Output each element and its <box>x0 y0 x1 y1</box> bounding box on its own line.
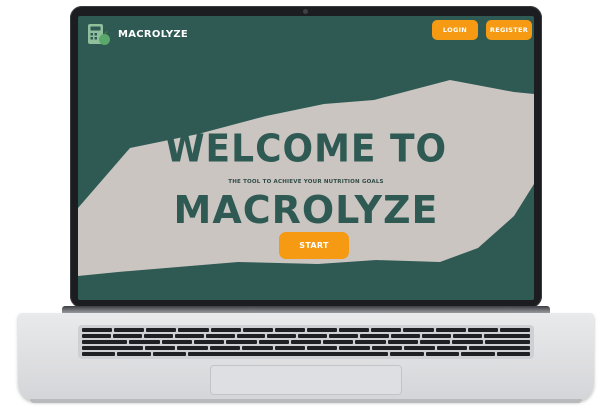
laptop-screen: MACROLYZE LOGIN REGISTER WELCOME TO THE … <box>78 16 534 300</box>
login-button[interactable]: LOGIN <box>432 20 478 40</box>
hero-tagline: THE TOOL TO ACHIEVE YOUR NUTRITION GOALS <box>228 179 384 185</box>
laptop-lid: MACROLYZE LOGIN REGISTER WELCOME TO THE … <box>70 6 542 308</box>
register-button[interactable]: REGISTER <box>486 20 532 40</box>
hero-heading-line2: MACROLYZE <box>173 188 439 232</box>
webcam <box>303 9 308 14</box>
laptop-base <box>18 313 594 401</box>
start-button[interactable]: START <box>279 232 349 259</box>
laptop-base-lip <box>30 399 582 403</box>
calculator-apple-logo-icon <box>88 24 110 45</box>
keyboard <box>78 325 534 359</box>
hero-heading-line1: WELCOME TO <box>164 127 448 171</box>
trackpad <box>210 365 402 395</box>
brand-name: MACROLYZE <box>118 29 189 40</box>
